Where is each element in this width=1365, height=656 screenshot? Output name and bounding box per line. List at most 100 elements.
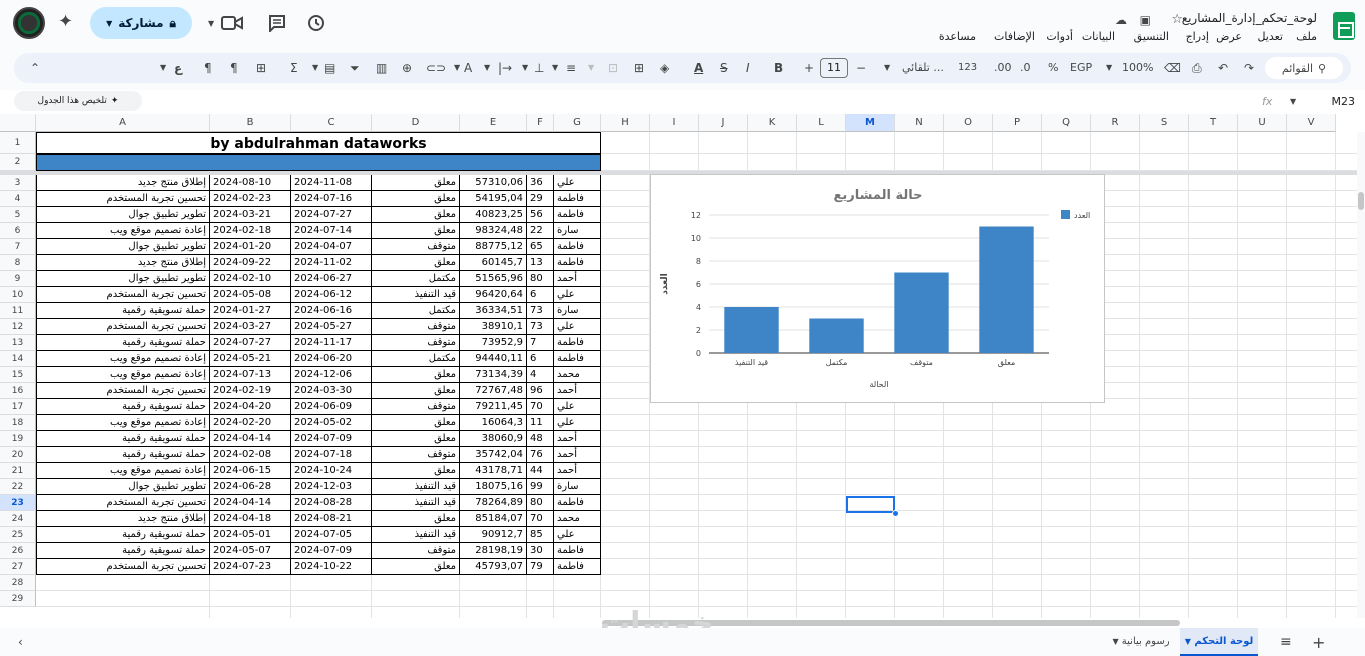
table-cell[interactable]: حملة تسويقية رقمية	[36, 303, 210, 319]
table-cell[interactable]: 45793,07	[460, 559, 527, 575]
font-size-input[interactable]: 11	[820, 58, 848, 78]
table-cell[interactable]: 2024-10-22	[291, 559, 372, 575]
column-header[interactable]: S	[1140, 114, 1189, 132]
fill-color-icon[interactable]: ◈	[660, 60, 669, 76]
table-cell[interactable]: 70	[527, 399, 554, 415]
table-cell[interactable]: 56	[527, 207, 554, 223]
column-header[interactable]: T	[1189, 114, 1238, 132]
chevron-left-icon[interactable]: ‹	[18, 635, 23, 649]
table-cell[interactable]: فاطمة	[554, 351, 601, 367]
text-rotation-icon[interactable]: A	[464, 60, 472, 76]
italic-icon[interactable]: I	[746, 60, 750, 76]
table-cell[interactable]: 38910,1	[460, 319, 527, 335]
table-cell[interactable]: معلق	[372, 415, 460, 431]
table-cell[interactable]: 2024-05-02	[291, 415, 372, 431]
chevron-down-icon[interactable]: ▼	[1106, 60, 1112, 76]
table-cell[interactable]: تطوير تطبيق جوال	[36, 207, 210, 223]
table-cell[interactable]: محمد	[554, 511, 601, 527]
column-header[interactable]: B	[210, 114, 291, 132]
row-header[interactable]: 1	[0, 132, 36, 154]
comment-add-icon[interactable]: ⊕	[402, 60, 412, 76]
table-cell[interactable]: 2024-06-28	[210, 479, 291, 495]
table-cell[interactable]: تحسين تجربة المستخدم	[36, 495, 210, 511]
table-cell[interactable]: قيد التنفيذ	[372, 495, 460, 511]
row-header[interactable]: 18	[0, 415, 36, 431]
search-menus-input[interactable]: القوائم ⚲	[1265, 57, 1343, 79]
sheets-logo[interactable]	[1333, 12, 1355, 40]
table-cell[interactable]: 70	[527, 511, 554, 527]
menu-extensions[interactable]: الإضافات	[994, 30, 1035, 43]
chevron-down-icon[interactable]: ▼	[588, 60, 594, 76]
table-cell[interactable]: حملة تسويقية رقمية	[36, 431, 210, 447]
table-cell[interactable]: 2024-04-14	[210, 431, 291, 447]
table-cell[interactable]: 2024-02-18	[210, 223, 291, 239]
all-sheets-icon[interactable]: ≡	[1280, 634, 1292, 650]
table-cell[interactable]: 2024-08-28	[291, 495, 372, 511]
table-cell[interactable]: 79	[527, 559, 554, 575]
table-cell[interactable]: 80	[527, 271, 554, 287]
chevron-down-icon[interactable]: ▼	[160, 60, 166, 76]
table-cell[interactable]: إعادة تصميم موقع ويب	[36, 223, 210, 239]
table-cell[interactable]: تطوير تطبيق جوال	[36, 239, 210, 255]
collapse-menus-icon[interactable]: ⌃	[30, 60, 40, 76]
tab-dashboard[interactable]: ▼ لوحة التحكم	[1180, 628, 1258, 656]
text-color-icon[interactable]: A	[694, 60, 703, 76]
table-cell[interactable]: 2024-06-27	[291, 271, 372, 287]
column-header[interactable]: O	[944, 114, 993, 132]
table-cell[interactable]: مكتمل	[372, 351, 460, 367]
table-cell[interactable]: 60145,7	[460, 255, 527, 271]
row-header[interactable]: 4	[0, 191, 36, 207]
table-cell[interactable]: محمد	[554, 367, 601, 383]
document-title[interactable]: لوحة_تحكم_إدارة_المشاريع	[1182, 11, 1317, 25]
chart-icon[interactable]: ▥	[376, 60, 387, 76]
horizontal-align-icon[interactable]: ≡	[566, 60, 576, 76]
row-header[interactable]: 27	[0, 559, 36, 575]
spreadsheet-grid[interactable]: ABCDEFGHIJKLMNOPQRSTUV 1 2 3 4 5 6 7 8 9 10 11 12 13…	[0, 114, 1365, 618]
text-direction-icon[interactable]: ع	[174, 60, 182, 76]
column-header[interactable]: V	[1287, 114, 1336, 132]
table-cell[interactable]: 72767,48	[460, 383, 527, 399]
row-header[interactable]: 19	[0, 431, 36, 447]
table-cell[interactable]: فاطمة	[554, 495, 601, 511]
table-cell[interactable]: 2024-09-22	[210, 255, 291, 271]
table-cell[interactable]: 48	[527, 431, 554, 447]
table-cell[interactable]: 43178,71	[460, 463, 527, 479]
table-cell[interactable]: علي	[554, 527, 601, 543]
video-call-icon[interactable]	[221, 15, 243, 31]
column-header[interactable]: F	[527, 114, 554, 132]
column-header[interactable]: C	[291, 114, 372, 132]
menu-tools[interactable]: أدوات	[1046, 30, 1073, 43]
table-cell[interactable]: 80	[527, 495, 554, 511]
table-cell[interactable]: سارة	[554, 303, 601, 319]
row-header[interactable]: 3	[0, 175, 36, 191]
borders-icon[interactable]: ⊞	[634, 60, 644, 76]
table-cell[interactable]: 2024-05-27	[291, 319, 372, 335]
table-cell[interactable]: قيد التنفيذ	[372, 287, 460, 303]
table-cell[interactable]: 99	[527, 479, 554, 495]
table-cell[interactable]: متوقف	[372, 239, 460, 255]
table-cell[interactable]: حملة تسويقية رقمية	[36, 527, 210, 543]
table-cell[interactable]: تحسين تجربة المستخدم	[36, 559, 210, 575]
chevron-down-icon[interactable]: ▼	[1290, 97, 1296, 106]
table-cell[interactable]: 79211,45	[460, 399, 527, 415]
rtl-icon[interactable]: ¶	[204, 60, 212, 76]
vertical-align-icon[interactable]: ⊥	[534, 60, 544, 76]
table-cell[interactable]: 38060,9	[460, 431, 527, 447]
bar-chart[interactable]: حالة المشاريع 0 2 4 6 8 10 12 قيد التنفيذ مكتمل مت…	[650, 174, 1105, 403]
column-header[interactable]: U	[1238, 114, 1287, 132]
table-cell[interactable]: أحمد	[554, 447, 601, 463]
undo-icon[interactable]: ↶	[1218, 60, 1228, 76]
row-header[interactable]: 12	[0, 319, 36, 335]
fill-handle[interactable]	[892, 510, 899, 517]
table-cell[interactable]: معلق	[372, 559, 460, 575]
row-header[interactable]: 5	[0, 207, 36, 223]
table-cell[interactable]: متوقف	[372, 319, 460, 335]
table-cell[interactable]: 2024-02-23	[210, 191, 291, 207]
table-cell[interactable]: أحمد	[554, 271, 601, 287]
row-header[interactable]: 17	[0, 399, 36, 415]
table-cell[interactable]: معلق	[372, 463, 460, 479]
comment-icon[interactable]	[268, 14, 286, 32]
table-cell[interactable]: تحسين تجربة المستخدم	[36, 319, 210, 335]
table-cell[interactable]: 28198,19	[460, 543, 527, 559]
menu-help[interactable]: مساعدة	[939, 30, 976, 43]
